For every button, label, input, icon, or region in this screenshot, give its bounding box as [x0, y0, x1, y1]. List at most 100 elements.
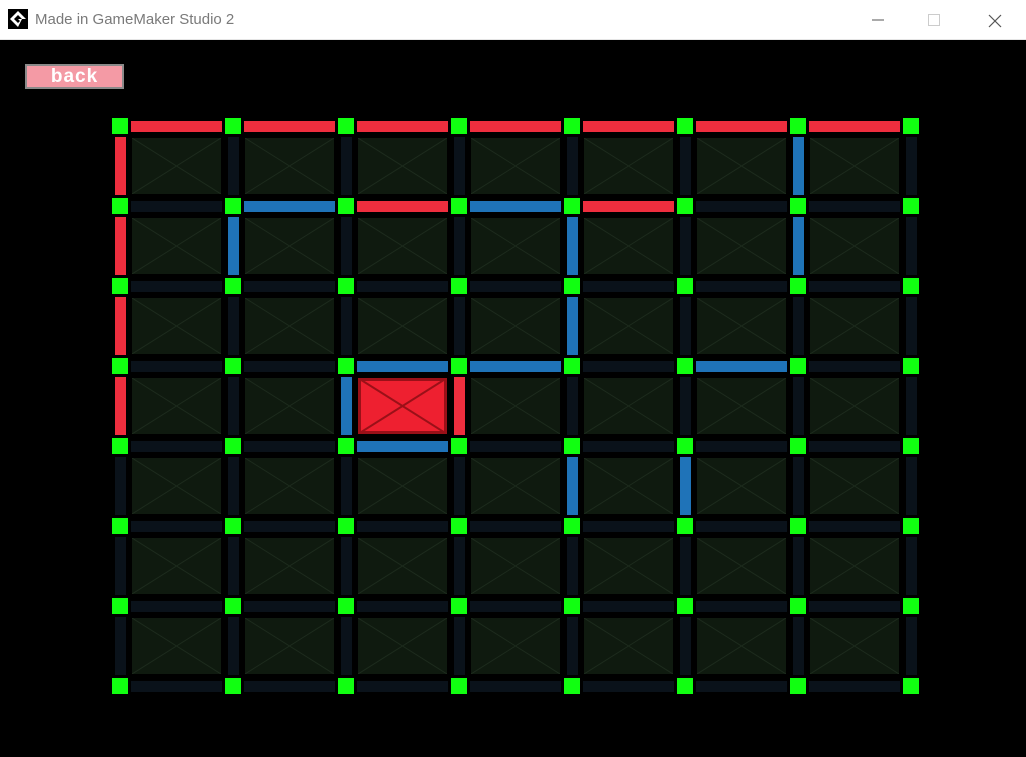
vertical-edge[interactable]: [227, 617, 239, 675]
horizontal-edge[interactable]: [357, 440, 448, 452]
horizontal-edge[interactable]: [470, 200, 561, 212]
vertical-edge[interactable]: [453, 377, 465, 435]
vertical-edge[interactable]: [453, 537, 465, 595]
horizontal-edge[interactable]: [583, 680, 674, 692]
vertical-edge[interactable]: [792, 217, 804, 275]
vertical-edge[interactable]: [679, 297, 691, 355]
horizontal-edge[interactable]: [357, 120, 448, 132]
horizontal-edge[interactable]: [809, 440, 900, 452]
vertical-edge[interactable]: [453, 617, 465, 675]
vertical-edge[interactable]: [792, 297, 804, 355]
minimize-button[interactable]: [850, 0, 906, 39]
vertical-edge[interactable]: [905, 377, 917, 435]
horizontal-edge[interactable]: [809, 600, 900, 612]
vertical-edge[interactable]: [114, 297, 126, 355]
horizontal-edge[interactable]: [809, 200, 900, 212]
horizontal-edge[interactable]: [470, 360, 561, 372]
horizontal-edge[interactable]: [696, 520, 787, 532]
horizontal-edge[interactable]: [131, 360, 222, 372]
vertical-edge[interactable]: [114, 137, 126, 195]
vertical-edge[interactable]: [679, 137, 691, 195]
close-button[interactable]: [966, 0, 1022, 39]
horizontal-edge[interactable]: [131, 200, 222, 212]
horizontal-edge[interactable]: [357, 280, 448, 292]
vertical-edge[interactable]: [566, 377, 578, 435]
horizontal-edge[interactable]: [809, 120, 900, 132]
horizontal-edge[interactable]: [809, 680, 900, 692]
vertical-edge[interactable]: [340, 137, 352, 195]
vertical-edge[interactable]: [905, 537, 917, 595]
vertical-edge[interactable]: [566, 457, 578, 515]
horizontal-edge[interactable]: [357, 520, 448, 532]
horizontal-edge[interactable]: [244, 280, 335, 292]
horizontal-edge[interactable]: [583, 520, 674, 532]
vertical-edge[interactable]: [114, 457, 126, 515]
vertical-edge[interactable]: [679, 377, 691, 435]
vertical-edge[interactable]: [905, 137, 917, 195]
vertical-edge[interactable]: [227, 297, 239, 355]
horizontal-edge[interactable]: [470, 120, 561, 132]
horizontal-edge[interactable]: [357, 600, 448, 612]
vertical-edge[interactable]: [792, 137, 804, 195]
vertical-edge[interactable]: [679, 617, 691, 675]
horizontal-edge[interactable]: [244, 200, 335, 212]
horizontal-edge[interactable]: [583, 360, 674, 372]
maximize-button[interactable]: [906, 0, 962, 39]
vertical-edge[interactable]: [114, 377, 126, 435]
vertical-edge[interactable]: [566, 297, 578, 355]
horizontal-edge[interactable]: [244, 520, 335, 532]
horizontal-edge[interactable]: [583, 120, 674, 132]
horizontal-edge[interactable]: [583, 280, 674, 292]
vertical-edge[interactable]: [566, 217, 578, 275]
horizontal-edge[interactable]: [357, 360, 448, 372]
horizontal-edge[interactable]: [244, 440, 335, 452]
horizontal-edge[interactable]: [357, 680, 448, 692]
vertical-edge[interactable]: [340, 217, 352, 275]
horizontal-edge[interactable]: [244, 120, 335, 132]
vertical-edge[interactable]: [340, 617, 352, 675]
horizontal-edge[interactable]: [131, 440, 222, 452]
vertical-edge[interactable]: [905, 617, 917, 675]
vertical-edge[interactable]: [114, 617, 126, 675]
horizontal-edge[interactable]: [131, 600, 222, 612]
horizontal-edge[interactable]: [131, 120, 222, 132]
vertical-edge[interactable]: [679, 537, 691, 595]
vertical-edge[interactable]: [566, 617, 578, 675]
horizontal-edge[interactable]: [244, 680, 335, 692]
horizontal-edge[interactable]: [470, 600, 561, 612]
vertical-edge[interactable]: [227, 377, 239, 435]
horizontal-edge[interactable]: [131, 680, 222, 692]
vertical-edge[interactable]: [453, 297, 465, 355]
horizontal-edge[interactable]: [696, 600, 787, 612]
vertical-edge[interactable]: [792, 617, 804, 675]
vertical-edge[interactable]: [227, 217, 239, 275]
horizontal-edge[interactable]: [696, 280, 787, 292]
vertical-edge[interactable]: [340, 537, 352, 595]
vertical-edge[interactable]: [340, 297, 352, 355]
vertical-edge[interactable]: [905, 217, 917, 275]
horizontal-edge[interactable]: [470, 520, 561, 532]
horizontal-edge[interactable]: [809, 360, 900, 372]
vertical-edge[interactable]: [340, 457, 352, 515]
horizontal-edge[interactable]: [696, 440, 787, 452]
vertical-edge[interactable]: [905, 297, 917, 355]
vertical-edge[interactable]: [453, 137, 465, 195]
horizontal-edge[interactable]: [809, 280, 900, 292]
vertical-edge[interactable]: [679, 217, 691, 275]
horizontal-edge[interactable]: [357, 200, 448, 212]
horizontal-edge[interactable]: [244, 600, 335, 612]
horizontal-edge[interactable]: [470, 440, 561, 452]
horizontal-edge[interactable]: [131, 280, 222, 292]
horizontal-edge[interactable]: [583, 200, 674, 212]
vertical-edge[interactable]: [114, 537, 126, 595]
horizontal-edge[interactable]: [583, 600, 674, 612]
horizontal-edge[interactable]: [696, 200, 787, 212]
horizontal-edge[interactable]: [696, 120, 787, 132]
horizontal-edge[interactable]: [696, 360, 787, 372]
vertical-edge[interactable]: [792, 377, 804, 435]
horizontal-edge[interactable]: [583, 440, 674, 452]
vertical-edge[interactable]: [792, 537, 804, 595]
game-canvas[interactable]: back: [0, 40, 1026, 757]
vertical-edge[interactable]: [227, 457, 239, 515]
horizontal-edge[interactable]: [470, 680, 561, 692]
